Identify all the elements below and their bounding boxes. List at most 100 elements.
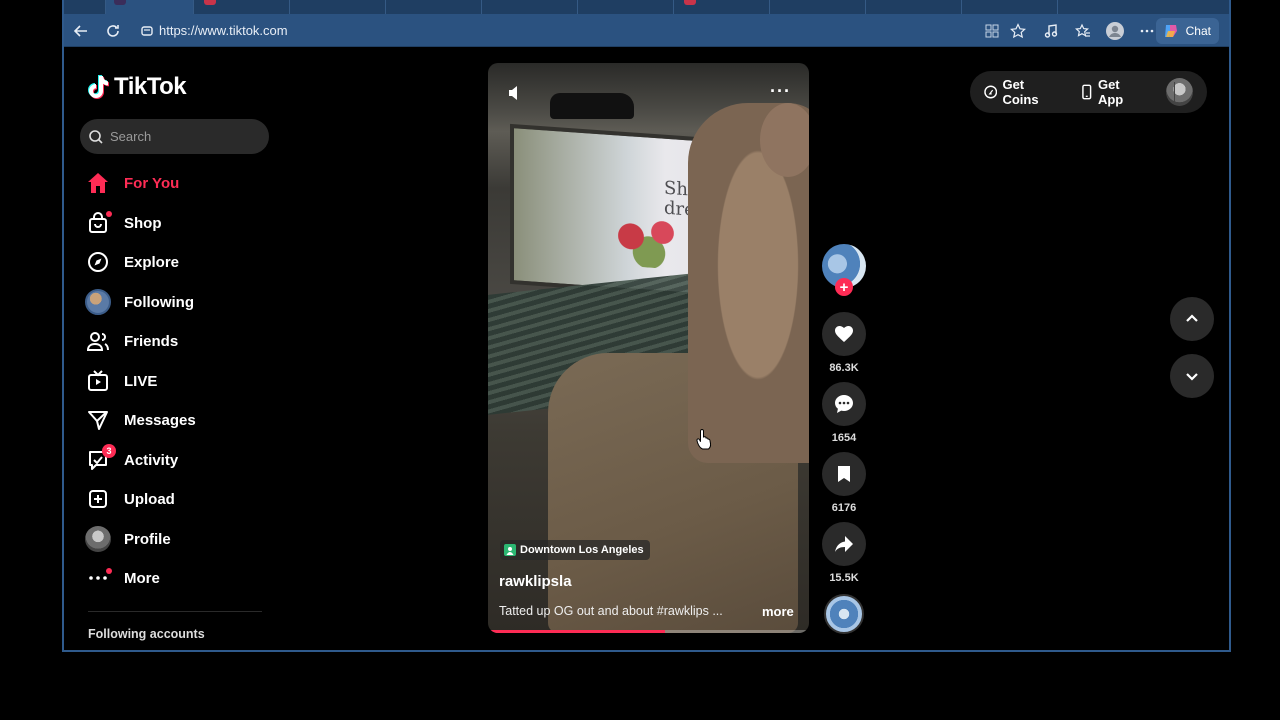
back-button[interactable]: [68, 18, 94, 44]
desktop: https://www.tiktok.com Chat TikTok Searc…: [0, 0, 1280, 720]
copilot-icon: [1164, 25, 1177, 37]
tiktok-logo[interactable]: TikTok: [86, 73, 187, 101]
follow-plus-button[interactable]: +: [835, 278, 853, 296]
next-video-button[interactable]: [1170, 354, 1214, 398]
browser-tab[interactable]: [64, 0, 106, 14]
browser-tab[interactable]: [194, 0, 290, 14]
sidebar-item-label: Upload: [124, 490, 175, 508]
heart-icon: [835, 326, 853, 342]
address-bar[interactable]: https://www.tiktok.com: [159, 23, 288, 38]
music-disc-avatar[interactable]: [824, 594, 864, 634]
browser-profile-avatar[interactable]: [1102, 18, 1128, 44]
caption-more-button[interactable]: more: [762, 604, 794, 619]
sidebar-item-explore[interactable]: Explore: [84, 247, 264, 277]
favorite-star-icon[interactable]: [1005, 18, 1031, 44]
live-tv-icon: [84, 367, 112, 395]
compass-icon: [84, 248, 112, 276]
browser-tab-active[interactable]: [106, 0, 194, 14]
following-avatar: [84, 288, 112, 316]
video-player[interactable]: She dar dreams ··· Downtown Los Angeles …: [488, 63, 809, 633]
get-coins-button[interactable]: Get Coins: [984, 77, 1061, 107]
location-label: Downtown Los Angeles: [520, 544, 644, 556]
browser-tab[interactable]: [866, 0, 962, 14]
more-dots-icon: [84, 564, 112, 592]
browser-tab[interactable]: [578, 0, 674, 14]
tab-strip: [64, 0, 1229, 14]
get-app-button[interactable]: Get App: [1081, 77, 1146, 107]
like-count: 86.3K: [829, 362, 859, 374]
volume-icon[interactable]: [506, 83, 526, 108]
comment-count: 1654: [831, 432, 857, 444]
save-action[interactable]: 6176: [822, 452, 866, 514]
browser-tab[interactable]: [290, 0, 386, 14]
share-action[interactable]: 15.5K: [822, 522, 866, 584]
sidebar-item-more[interactable]: More: [84, 563, 264, 593]
bookmark-icon: [838, 466, 850, 482]
activity-badge: 3: [102, 444, 116, 458]
chevron-down-icon: [1186, 373, 1198, 381]
search-input[interactable]: [110, 129, 260, 144]
sidebar-item-label: Shop: [124, 214, 162, 232]
browser-tab[interactable]: [770, 0, 866, 14]
logo-text: TikTok: [114, 73, 187, 100]
search-icon: [89, 129, 103, 144]
comment-button[interactable]: [822, 382, 866, 426]
search-box[interactable]: [80, 119, 269, 154]
tiktok-page: TikTok For You Shop: [64, 47, 1229, 650]
sidebar-item-live[interactable]: LIVE: [84, 366, 264, 396]
location-tag[interactable]: Downtown Los Angeles: [500, 540, 650, 560]
sidebar-divider: [88, 611, 262, 612]
upload-plus-icon: [84, 485, 112, 513]
video-scene-person-head: [760, 103, 809, 177]
sidebar-item-activity[interactable]: 3 Activity: [84, 444, 264, 475]
like-button[interactable]: [822, 312, 866, 356]
sidebar-item-messages[interactable]: Messages: [84, 405, 264, 435]
save-button[interactable]: [822, 452, 866, 496]
browser-tab[interactable]: [962, 0, 1058, 14]
browser-tab[interactable]: [674, 0, 770, 14]
video-author[interactable]: rawklipsla: [499, 573, 572, 590]
sidebar-item-shop[interactable]: Shop: [84, 208, 264, 238]
copilot-chat-button[interactable]: Chat: [1155, 18, 1219, 44]
like-action[interactable]: 86.3K: [822, 312, 866, 374]
shop-bag-icon: [84, 209, 112, 237]
browser-tab[interactable]: [482, 0, 578, 14]
previous-video-button[interactable]: [1170, 297, 1214, 341]
hand-cursor-icon: [696, 428, 714, 455]
site-info-icon[interactable]: [140, 23, 154, 42]
home-icon: [84, 169, 112, 197]
chevron-up-icon: [1186, 314, 1198, 322]
get-coins-label: Get Coins: [1002, 77, 1039, 107]
reload-button[interactable]: [100, 18, 126, 44]
sidebar-item-for-you[interactable]: For You: [84, 168, 264, 198]
sidebar-item-label: Messages: [124, 411, 196, 429]
favorites-icon[interactable]: [1070, 18, 1096, 44]
browser-window: https://www.tiktok.com Chat TikTok Searc…: [62, 0, 1231, 652]
get-app-label: Get App: [1097, 77, 1124, 107]
reload-icon: [107, 25, 119, 37]
sidebar-item-friends[interactable]: Friends: [84, 326, 264, 356]
apps-icon[interactable]: [979, 18, 1005, 44]
sidebar-item-following[interactable]: Following: [84, 287, 264, 317]
browser-tab[interactable]: [386, 0, 482, 14]
video-progress-bar[interactable]: [488, 630, 665, 633]
video-caption: Tatted up OG out and about #rawklips ...: [499, 604, 723, 618]
sidebar-item-upload[interactable]: Upload: [84, 484, 264, 514]
activity-icon: 3: [84, 444, 116, 474]
comment-action[interactable]: 1654: [822, 382, 866, 444]
comment-icon: [835, 395, 853, 413]
coin-icon: [984, 85, 998, 99]
sidebar-item-label: Profile: [124, 530, 171, 548]
top-right-divider: [1174, 82, 1175, 102]
user-avatar[interactable]: [1166, 78, 1193, 106]
sidebar-item-profile[interactable]: Profile: [84, 524, 264, 554]
more-notification-dot: [106, 568, 112, 574]
share-count: 15.5K: [829, 572, 859, 584]
chat-label: Chat: [1185, 24, 1211, 38]
location-icon: [504, 544, 516, 556]
sidebar-item-label: For You: [124, 174, 180, 192]
video-options-icon[interactable]: ···: [770, 81, 791, 102]
media-control-icon[interactable]: [1038, 18, 1064, 44]
browser-toolbar: https://www.tiktok.com Chat: [64, 14, 1229, 47]
share-button[interactable]: [822, 522, 866, 566]
